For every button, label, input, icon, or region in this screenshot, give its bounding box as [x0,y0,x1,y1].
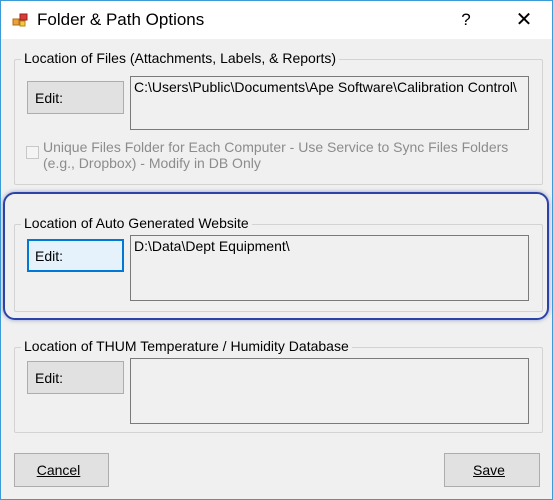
help-button[interactable]: ? [449,4,483,36]
window-title: Folder & Path Options [37,10,205,29]
website-path-field[interactable]: D:\Data\Dept Equipment\ [130,235,529,301]
close-button[interactable]: ✕ [505,4,543,36]
files-edit-button[interactable]: Edit: [27,81,124,114]
files-path-field[interactable]: C:\Users\Public\Documents\Ape Software\C… [130,76,529,130]
dialog-window: Folder & Path Options ? ✕ Location of Fi… [0,0,553,500]
website-location-label: Location of Auto Generated Website [21,215,252,231]
thum-edit-button[interactable]: Edit: [27,361,124,394]
unique-folder-checkbox-label: Unique Files Folder for Each Computer - … [43,139,509,171]
title-bar[interactable]: Folder & Path Options ? ✕ [1,1,552,39]
app-icon [12,13,28,27]
save-button-label: Save [473,462,505,478]
thum-location-label: Location of THUM Temperature / Humidity … [21,338,352,354]
cancel-button[interactable]: Cancel [14,453,109,487]
website-edit-button[interactable]: Edit: [27,239,124,272]
unique-folder-checkbox [26,146,39,159]
thum-path-field[interactable] [130,358,529,424]
save-button[interactable]: Save [444,453,540,487]
files-location-label: Location of Files (Attachments, Labels, … [21,50,340,66]
cancel-button-label: Cancel [36,462,81,478]
